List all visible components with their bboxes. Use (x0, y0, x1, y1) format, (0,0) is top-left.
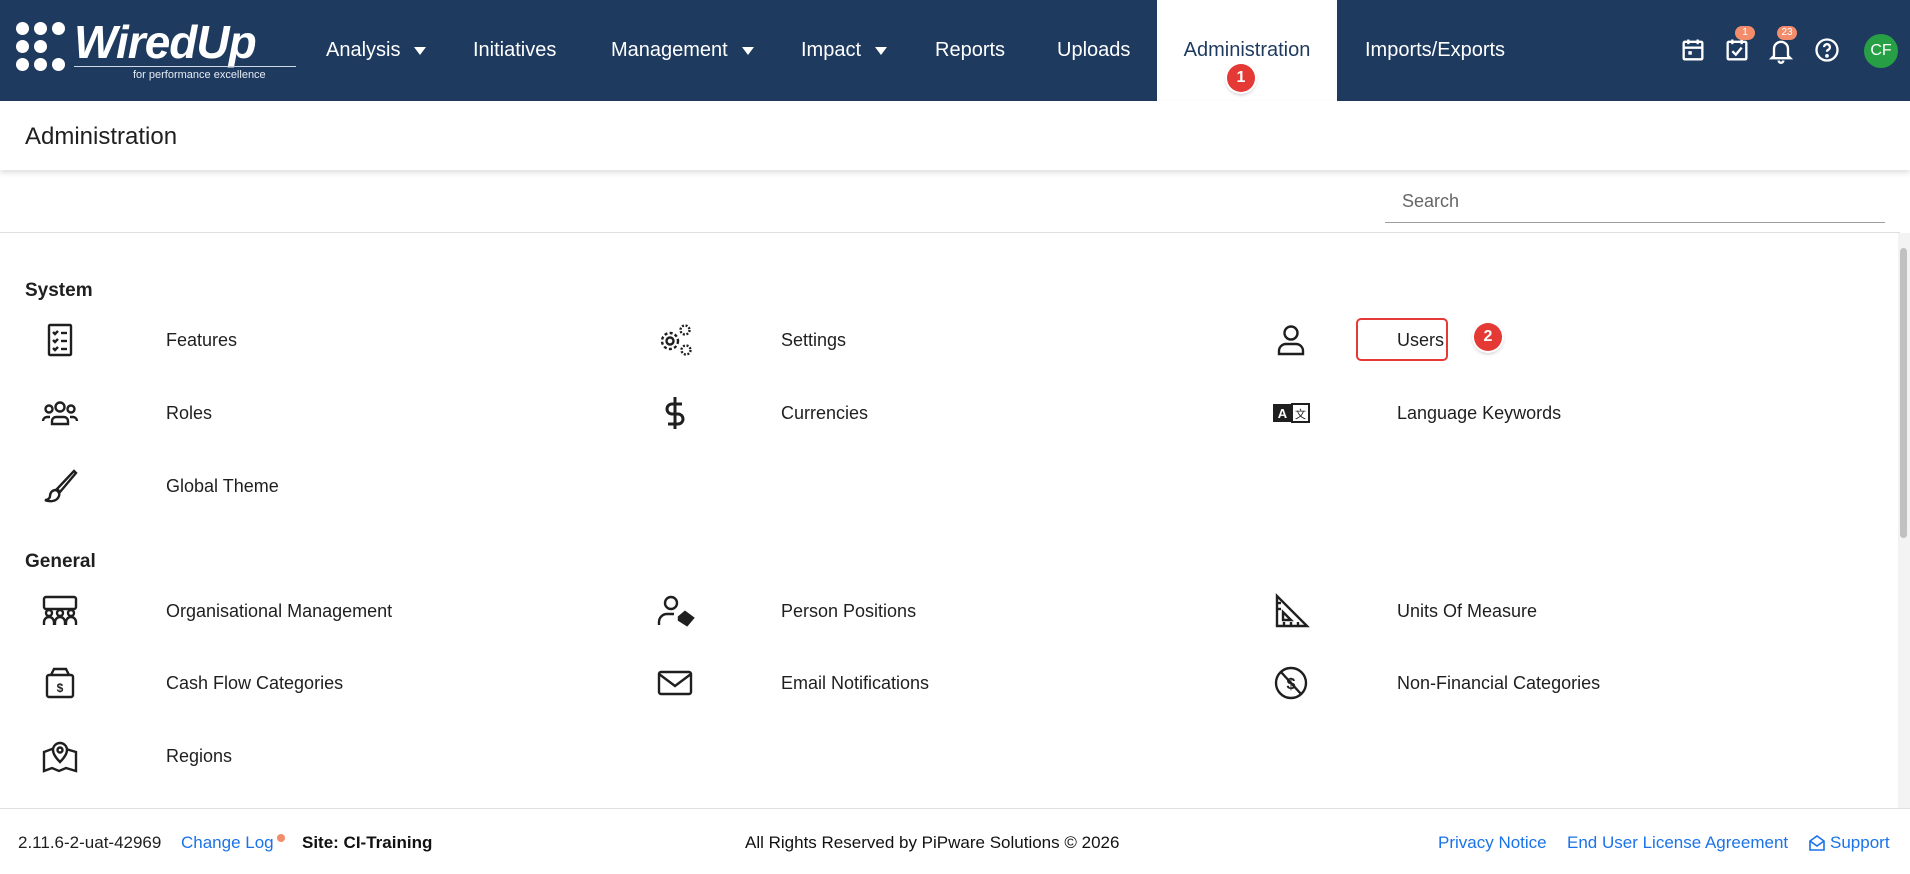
admin-item-label: Roles (166, 402, 213, 423)
footer: 2.11.6-2-uat-42969 Change Log Site: CI-T… (0, 808, 1910, 874)
notifications-count-badge: 23 (1777, 26, 1797, 40)
admin-item-label: Cash Flow Categories (166, 672, 344, 693)
admin-item-label: Non-Financial Categories (1397, 672, 1601, 693)
logo-tagline: for performance excellence (133, 69, 266, 81)
logo-rule (74, 66, 296, 67)
admin-item-label: Person Positions (781, 600, 917, 621)
map-pin-icon (35, 731, 85, 781)
caret-down-icon (875, 46, 888, 55)
nav-uploads[interactable]: Uploads (1057, 0, 1130, 101)
nav-management[interactable]: Management (611, 0, 754, 101)
nav-analysis[interactable]: Analysis (326, 0, 427, 101)
nav-label: Analysis (326, 39, 401, 61)
step-annotation-2: 2 (1474, 323, 1502, 351)
admin-item-organisational-management[interactable]: Organisational Management (25, 583, 585, 639)
top-navigation-bar: WiredUp for performance excellence Analy… (0, 0, 1910, 101)
checklist-icon (35, 315, 85, 365)
copyright-text: All Rights Reserved by PiPware Solutions… (745, 833, 1120, 852)
admin-item-settings[interactable]: Settings (640, 312, 1200, 368)
nav-label: Imports/Exports (1365, 39, 1506, 61)
no-dollar-icon: $ (1266, 658, 1316, 708)
users-group-icon (35, 388, 85, 438)
page-header: Administration (0, 101, 1910, 170)
site-name: Site: CI-Training (302, 833, 433, 852)
gears-icon (650, 315, 700, 365)
org-chart-icon (35, 586, 85, 636)
nav-label: Administration (1183, 39, 1311, 61)
nav-label: Reports (935, 39, 1006, 61)
nav-initiatives[interactable]: Initiatives (473, 0, 556, 101)
svg-text:A: A (1278, 406, 1288, 421)
admin-item-label: Settings (781, 329, 847, 350)
nav-label: Initiatives (473, 39, 557, 61)
admin-item-email-notifications[interactable]: Email Notifications (640, 655, 1200, 711)
set-square-icon (1266, 586, 1316, 636)
nav-label: Impact (801, 39, 862, 61)
admin-item-units-of-measure[interactable]: Units Of Measure (1256, 583, 1816, 639)
admin-item-language-keywords[interactable]: A文 Language Keywords (1256, 385, 1816, 441)
wiredup-logo[interactable]: WiredUp for performance excellence (16, 16, 296, 84)
user-icon (1266, 315, 1316, 365)
divider (0, 232, 1900, 233)
paintbrush-icon (35, 461, 85, 511)
admin-item-label: Regions (166, 745, 233, 766)
envelope-icon (650, 658, 700, 708)
support-link[interactable]: Support (1830, 833, 1890, 853)
admin-item-person-positions[interactable]: Person Positions (640, 583, 1200, 639)
eula-link[interactable]: End User License Agreement (1567, 833, 1788, 853)
users-highlight-box (1356, 318, 1448, 361)
calendar-icon[interactable] (1679, 36, 1707, 64)
nav-impact[interactable]: Impact (801, 0, 888, 101)
bell-icon[interactable]: 23 (1767, 26, 1797, 64)
admin-item-label: Global Theme (166, 475, 279, 496)
admin-item-regions[interactable]: Regions (25, 728, 585, 784)
admin-item-label: Units Of Measure (1397, 600, 1538, 621)
admin-item-currencies[interactable]: Currencies (640, 385, 1200, 441)
app-version: 2.11.6-2-uat-42969 (18, 833, 162, 852)
user-avatar[interactable]: CF (1864, 34, 1898, 68)
logo-wordmark: WiredUp (74, 16, 257, 68)
section-title-general: General (25, 551, 96, 572)
privacy-notice-link[interactable]: Privacy Notice (1438, 833, 1547, 853)
nav-imports-exports[interactable]: Imports/Exports (1365, 0, 1505, 101)
help-circle-icon[interactable] (1813, 36, 1841, 64)
admin-item-global-theme[interactable]: Global Theme (25, 458, 585, 514)
search-container (1385, 180, 1885, 223)
caret-down-icon (741, 46, 754, 55)
admin-item-features[interactable]: Features (25, 312, 585, 368)
tasks-count-badge: 1 (1735, 26, 1755, 40)
admin-item-label: Currencies (781, 402, 869, 423)
admin-item-label: Language Keywords (1397, 402, 1562, 423)
admin-item-label: Email Notifications (781, 672, 930, 693)
nav-reports[interactable]: Reports (935, 0, 1005, 101)
vertical-scrollbar[interactable] (1898, 233, 1910, 808)
step-annotation-1: 1 (1227, 64, 1255, 92)
nav-label: Management (611, 39, 728, 61)
support-icon[interactable] (1808, 834, 1826, 852)
section-title-system: System (25, 280, 93, 301)
money-box-icon: $ (35, 658, 85, 708)
svg-text:文: 文 (1295, 407, 1306, 421)
change-log-link[interactable]: Change Log (181, 833, 274, 853)
search-input[interactable] (1385, 180, 1884, 222)
logo-dots-icon (16, 22, 66, 72)
admin-item-label: Features (166, 329, 238, 350)
svg-text:$: $ (57, 681, 64, 695)
admin-item-cash-flow-categories[interactable]: $ Cash Flow Categories (25, 655, 585, 711)
person-tag-icon (650, 586, 700, 636)
task-check-icon[interactable]: 1 (1723, 26, 1755, 64)
translate-icon: A文 (1266, 388, 1316, 438)
change-log-new-dot (277, 834, 285, 842)
caret-down-icon (414, 46, 427, 55)
admin-item-label: Organisational Management (166, 600, 393, 621)
admin-item-users[interactable]: Users (1256, 312, 1816, 368)
scrollbar-thumb[interactable] (1900, 248, 1907, 538)
admin-item-non-financial-categories[interactable]: $ Non-Financial Categories (1256, 655, 1816, 711)
dollar-icon (650, 388, 700, 438)
page-title: Administration (25, 123, 178, 150)
admin-item-roles[interactable]: Roles (25, 385, 585, 441)
svg-text:$: $ (1287, 676, 1296, 693)
nav-label: Uploads (1057, 39, 1131, 61)
